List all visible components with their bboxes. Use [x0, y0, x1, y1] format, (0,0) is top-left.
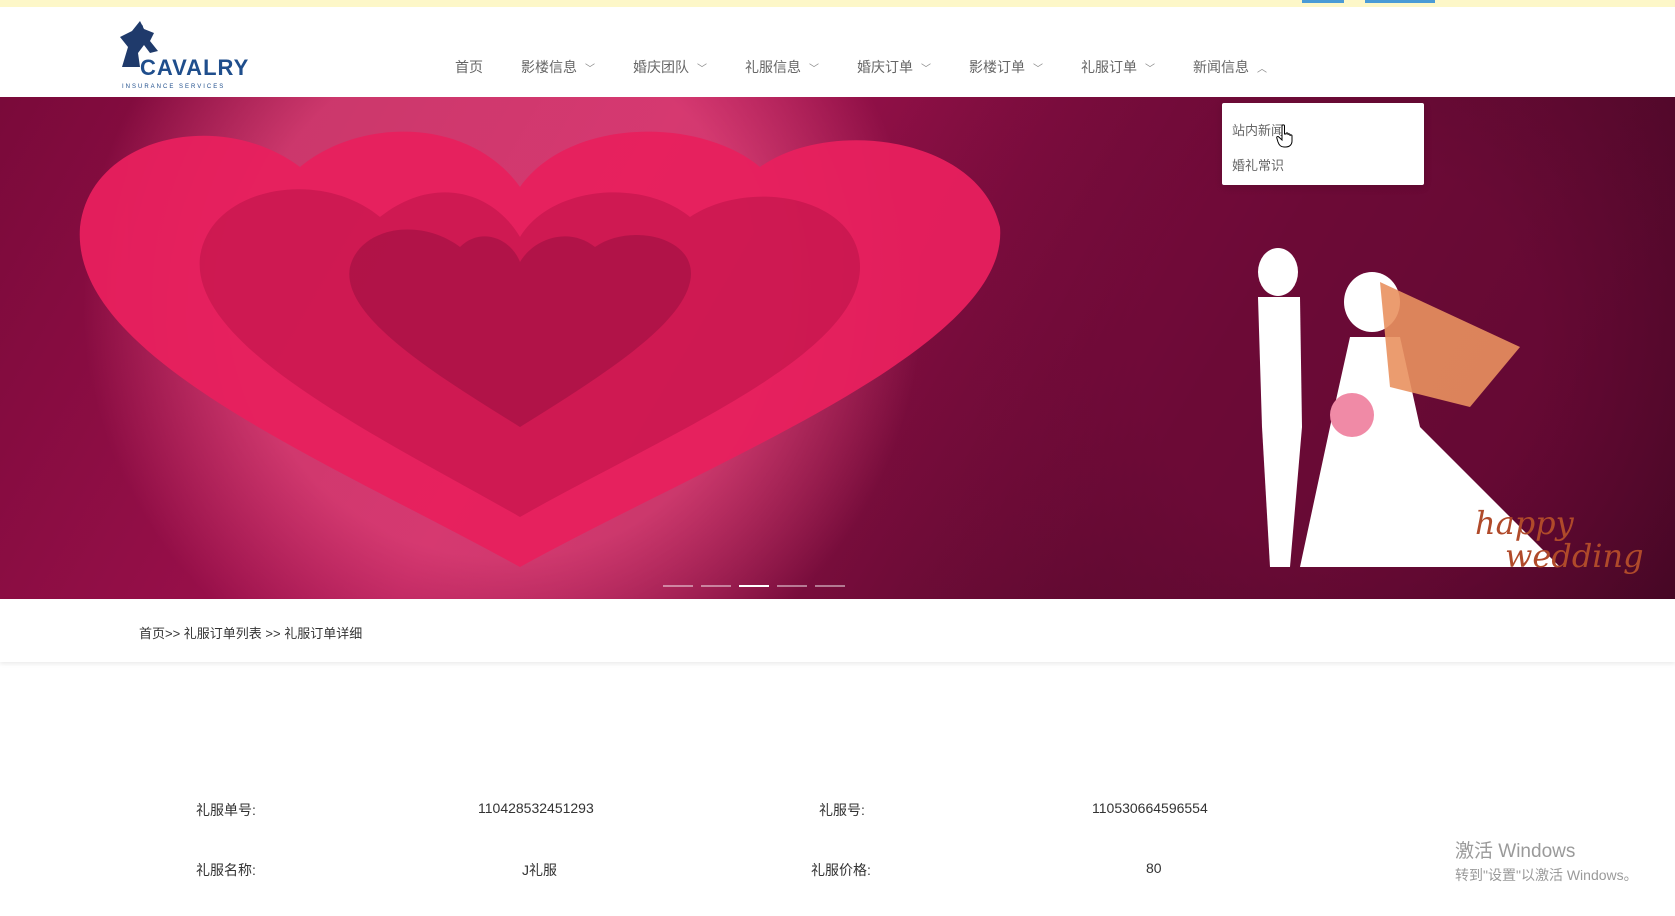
bouquet-icon: [1330, 393, 1374, 437]
news-dropdown-menu: 站内新闻 婚礼常识: [1222, 103, 1424, 185]
nav-studio-info[interactable]: 影楼信息 ﹀: [521, 57, 595, 77]
chevron-down-icon: ﹀: [1033, 63, 1043, 75]
breadcrumb-bar: 首页>> 礼服订单列表 >> 礼服订单详细: [0, 599, 1675, 662]
nav-label: 礼服信息: [745, 59, 801, 75]
value-gown-no: 110530664596554: [1092, 800, 1208, 816]
carousel-dot[interactable]: [701, 585, 731, 587]
nav-label: 新闻信息: [1193, 59, 1249, 75]
chevron-up-icon: ︿: [1257, 63, 1267, 75]
chevron-down-icon: ﹀: [921, 63, 931, 75]
chevron-down-icon: ﹀: [809, 63, 819, 75]
watermark-line-2: 转到"设置"以激活 Windows。: [1455, 867, 1638, 883]
label-gown-no: 礼服号:: [819, 802, 865, 818]
nav-label: 婚庆订单: [857, 59, 913, 75]
label-gown-price: 礼服价格:: [811, 862, 871, 878]
brand-logo[interactable]: CAVALRY INSURANCE SERVICES: [110, 17, 250, 97]
nav-label: 影楼订单: [969, 59, 1025, 75]
breadcrumb: 首页>> 礼服订单列表 >> 礼服订单详细: [139, 626, 363, 641]
nav-wedding-orders[interactable]: 婚庆订单 ﹀: [857, 57, 931, 77]
windows-activation-watermark: 激活 Windows 转到"设置"以激活 Windows。: [1455, 836, 1638, 885]
brand-tagline: INSURANCE SERVICES: [122, 84, 226, 90]
carousel-dot[interactable]: [815, 585, 845, 587]
carousel-dot[interactable]: [663, 585, 693, 587]
veil-shape: [1380, 282, 1520, 407]
chevron-down-icon: ﹀: [1145, 63, 1155, 75]
hero-caption-2: wedding: [1505, 537, 1644, 575]
value-gown-price: 80: [1146, 860, 1162, 876]
brand-name: CAVALRY: [140, 55, 250, 80]
browser-top-strip: [0, 0, 1675, 7]
nav-label: 礼服订单: [1081, 59, 1137, 75]
value-order-no: 110428532451293: [478, 800, 594, 816]
carousel-dot-active[interactable]: [739, 585, 769, 587]
carousel-dot[interactable]: [777, 585, 807, 587]
top-tab-marker: [1365, 0, 1435, 3]
nav-label: 婚庆团队: [633, 59, 689, 75]
label-order-no: 礼服单号:: [196, 802, 256, 818]
watermark-line-1: 激活 Windows: [1455, 841, 1576, 862]
chevron-down-icon: ﹀: [585, 63, 595, 75]
nav-home[interactable]: 首页: [455, 57, 483, 77]
top-navbar: CAVALRY INSURANCE SERVICES 首页 影楼信息 ﹀ 婚庆团…: [0, 7, 1675, 97]
nav-studio-orders[interactable]: 影楼订单 ﹀: [969, 57, 1043, 77]
nav-gown-info[interactable]: 礼服信息 ﹀: [745, 57, 819, 77]
nav-label: 影楼信息: [521, 59, 577, 75]
nav-wedding-team[interactable]: 婚庆团队 ﹀: [633, 57, 707, 77]
hand-cursor-icon: [1276, 124, 1293, 148]
value-gown-name: J礼服: [522, 862, 557, 878]
chevron-down-icon: ﹀: [697, 63, 707, 75]
main-menu: 首页 影楼信息 ﹀ 婚庆团队 ﹀ 礼服信息 ﹀ 婚庆订单 ﹀ 影楼订单 ﹀ 礼服…: [455, 57, 1305, 77]
label-gown-name: 礼服名称:: [196, 862, 256, 878]
nav-label: 首页: [455, 59, 483, 75]
carousel-indicators: [663, 585, 845, 587]
dropdown-item-wedding-tips[interactable]: 婚礼常识: [1232, 155, 1284, 174]
nav-news-info[interactable]: 新闻信息 ︿: [1193, 57, 1267, 77]
nav-gown-orders[interactable]: 礼服订单 ﹀: [1081, 57, 1155, 77]
top-tab-marker: [1302, 0, 1344, 3]
hearts-cluster: [79, 131, 1001, 567]
